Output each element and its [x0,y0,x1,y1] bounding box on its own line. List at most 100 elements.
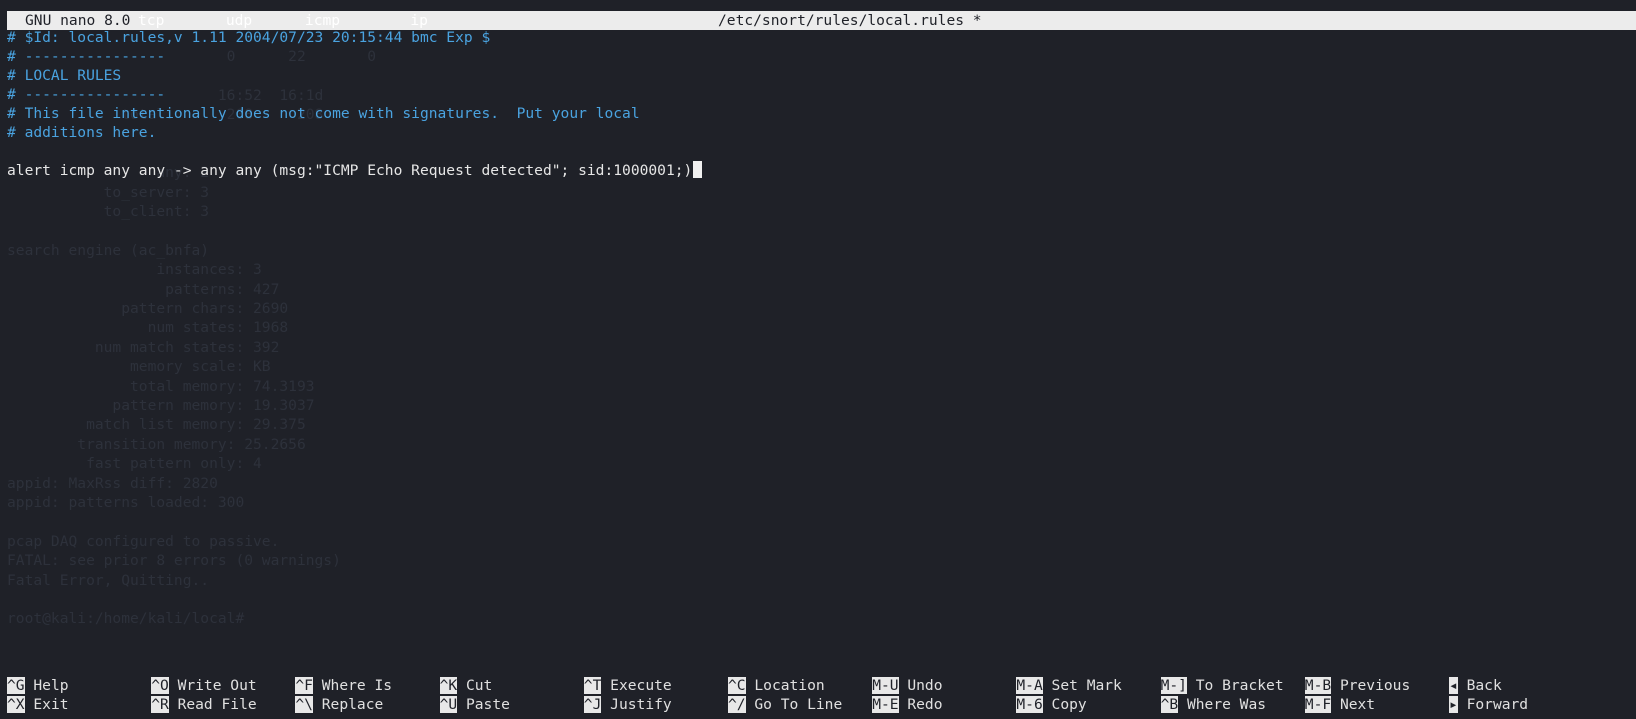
residue-line: appid: MaxRss diff: 2820 [7,474,218,492]
shortcut-label: Previous [1339,677,1411,694]
residue-line: instances: 3 [7,261,262,279]
shortcut-label: Replace [321,696,384,713]
shortcut-key: ^\ [295,696,313,713]
shortcut-key: ^B [1160,696,1179,713]
shortcut-write-out[interactable]: ^O Write Out [151,676,257,695]
shortcut-label: Forward [1466,696,1529,713]
shortcut-exit[interactable]: ^X Exit [7,695,69,714]
residue-line: pcap DAQ configured to passive. [7,532,280,550]
residue-line: num match states: 392 [7,338,280,356]
editor-line-8[interactable]: alert icmp any any -> any any (msg:"ICMP… [7,161,703,180]
shortcut-read-file[interactable]: ^R Read File [151,695,257,714]
shortcut-forward[interactable]: ▸ Forward [1449,695,1528,714]
shortcut-label: Write Out [177,677,257,694]
shortcut-label: To Bracket [1195,677,1284,694]
residue-line [7,590,376,609]
shortcut-label: Where Was [1186,696,1267,713]
residue-line: fast pattern only: 4 [7,455,262,473]
shortcut-key: ^R [151,696,169,713]
residue-line: search engine (ac_bnfa) [7,241,210,259]
shortcut-label: Help [33,677,69,694]
editor-line-4[interactable]: # ---------------- [7,85,165,104]
residue-line: Fatal Error, Quitting.. [7,571,210,589]
shortcut-set-mark[interactable]: M-A Set Mark [1016,676,1122,695]
residue-line: to_server: 3 [7,183,210,201]
residue-line: num states: 1968 [7,319,289,337]
shortcut-previous[interactable]: M-B Previous [1304,676,1411,695]
residue-line: pattern chars: 2690 [7,300,289,318]
shortcut-go-to-line[interactable]: ^/ Go To Line [728,695,842,714]
shortcut-key: ^K [439,677,458,694]
shortcut-next[interactable]: M-F Next [1304,695,1376,714]
shortcut-label: Execute [610,677,672,694]
shortcut-key: M-A [1016,677,1043,694]
residue-line: memory scale: KB [7,358,271,376]
shortcut-key: M-6 [1016,696,1043,713]
shortcut-label: Next [1339,696,1376,713]
shortcut-key: ◂ [1449,677,1458,694]
shortcut-key: ▸ [1449,696,1458,713]
shortcut-location[interactable]: ^C Location [728,676,825,695]
shortcut-key: ^T [583,677,602,694]
shortcut-key: M-U [872,677,899,694]
shortcut-replace[interactable]: ^\ Replace [295,695,383,714]
shortcut-key: ^/ [728,696,746,713]
shortcut-key: M-] [1160,677,1187,694]
file-path: /etc/snort/rules/local.rules * [718,12,982,29]
shortcut-copy[interactable]: M-6 Copy [1016,695,1087,714]
residue-line: root@kali:/home/kali/local# [7,610,245,628]
shortcut-execute[interactable]: ^T Execute [583,676,672,695]
editor-line-3[interactable]: # LOCAL RULES [7,66,121,85]
residue-line: transition memory: 25.2656 [7,435,306,453]
shortcut-label: Location [754,677,825,694]
shortcut-label: Set Mark [1051,677,1122,694]
shortcut-undo[interactable]: M-U Undo [872,676,943,695]
shortcut-paste[interactable]: ^U Paste [439,695,510,714]
residue-line: pattern memory: 19.3037 [7,397,315,415]
shortcut-label: Paste [465,696,510,713]
shortcut-label: Where Is [321,677,393,694]
shortcut-label: Cut [465,677,493,694]
shortcut-label: Go To Line [754,696,843,713]
shortcut-key: ^U [439,696,458,713]
shortcut-label: Undo [907,677,943,694]
shortcut-back[interactable]: ◂ Back [1449,676,1502,695]
editor-line-6[interactable]: # additions here. [7,123,156,142]
shortcut-key: ^X [7,696,25,713]
residue-line: to_client: 3 [7,203,210,221]
text-cursor [693,161,703,178]
residue-line: FATAL: see prior 8 errors (0 warnings) [7,552,341,570]
shortcut-redo[interactable]: M-E Redo [872,695,943,714]
residue-line: total memory: 74.3193 [7,377,315,395]
shortcut-label: Exit [33,696,69,713]
shortcut-key: ^C [728,677,746,694]
editor-line-2[interactable]: # ---------------- [7,47,165,66]
shortcut-key: ^J [583,696,602,713]
shortcut-cut[interactable]: ^K Cut [439,676,493,695]
shortcut-label: Copy [1051,696,1087,713]
shortcut-label: Back [1466,677,1502,694]
editor-line-1[interactable]: # $Id: local.rules,v 1.11 2004/07/23 20:… [7,28,490,47]
shortcut-label: Justify [610,696,672,713]
snort-rule-text: alert icmp any any -> any any (msg:"ICMP… [7,162,693,179]
shortcut-label: Read File [177,696,257,713]
terminal-window: 0 22 0 16:52 16:1d total: 208 208 any: 2… [0,0,1636,719]
editor-line-5[interactable]: # This file intentionally does not come … [7,104,640,123]
shortcut-label: Redo [907,696,943,713]
shortcut-to-bracket[interactable]: M-] To Bracket [1160,676,1284,695]
shortcut-help[interactable]: ^G Help [7,676,69,695]
residue-line [7,222,376,241]
residue-line: patterns: 427 [7,280,280,298]
shortcut-key: ^G [7,677,25,694]
shortcut-key: M-E [872,696,899,713]
shortcut-where-was[interactable]: ^B Where Was [1160,695,1267,714]
residue-line: match list memory: 29.375 [7,416,306,434]
shortcut-where-is[interactable]: ^F Where Is [295,676,392,695]
shortcut-key: M-F [1304,696,1332,713]
shortcut-justify[interactable]: ^J Justify [583,695,672,714]
residue-line [7,512,376,531]
shortcut-key: ^F [295,677,313,694]
shortcut-key: M-B [1304,677,1332,694]
residue-line: appid: patterns loaded: 300 [7,493,245,511]
shortcut-key: ^O [151,677,169,694]
